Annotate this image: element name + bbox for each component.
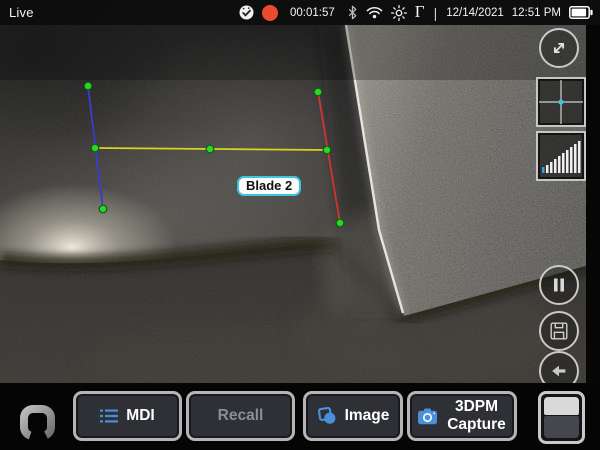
brightness-icon <box>391 5 407 21</box>
borescope-screen: Blade 2 Live 00:01:57 <box>0 0 600 450</box>
expand-arrows-icon <box>548 37 570 59</box>
bottom-toolbar: MDI Recall Image 3DPM Capture <box>0 383 600 450</box>
save-button[interactable] <box>539 311 579 351</box>
pause-icon <box>550 276 568 294</box>
mdi-button-label: MDI <box>126 407 154 425</box>
waygate-logo-icon <box>15 403 59 443</box>
wifi-icon <box>366 6 383 19</box>
measurement-label[interactable]: Blade 2 <box>237 176 301 196</box>
3dpm-button-label: 3DPM Capture <box>446 398 508 434</box>
measurement-cursor-point[interactable] <box>99 205 107 213</box>
image-layers-icon <box>317 407 337 425</box>
pause-button[interactable] <box>539 265 579 305</box>
gamma-correction-icon: Γ <box>415 3 425 20</box>
measurement-cursor-point[interactable] <box>323 146 331 154</box>
expand-view-button[interactable] <box>539 28 579 68</box>
measurement-cursor-point[interactable] <box>84 82 92 90</box>
battery-icon <box>569 6 593 19</box>
recall-button-label: Recall <box>218 407 264 425</box>
status-icons: 00:01:57 <box>239 5 593 21</box>
3dpm-capture-button[interactable]: 3DPM Capture <box>407 391 517 441</box>
back-arrow-icon <box>548 360 570 382</box>
softkey-toggle-top <box>544 397 579 415</box>
camera-icon <box>417 408 438 425</box>
status-bar: Live 00:01:57 <box>0 0 600 25</box>
measurement-cursor-point[interactable] <box>336 219 344 227</box>
record-indicator-icon <box>262 5 278 21</box>
measurement-cursor-point[interactable] <box>314 88 322 96</box>
gauge-check-icon <box>239 5 254 20</box>
softkey-toggle-button[interactable] <box>538 391 585 444</box>
measurement-cursor-point[interactable] <box>206 145 214 153</box>
measurement-cursor-point[interactable] <box>91 144 99 152</box>
image-button[interactable]: Image <box>303 391 403 441</box>
record-timer: 00:01:57 <box>290 7 335 19</box>
save-floppy-icon <box>548 320 570 342</box>
status-date: 12/14/2021 <box>446 7 504 19</box>
status-time: 12:51 PM <box>512 7 561 19</box>
crosshair-icon <box>539 80 583 124</box>
mdi-list-icon <box>100 409 118 423</box>
cursor-select-button[interactable] <box>536 77 586 127</box>
softkey-toggle-bottom <box>544 416 579 438</box>
recall-button[interactable]: Recall <box>186 391 295 441</box>
zoom-level-button[interactable] <box>536 131 586 181</box>
right-reference-line[interactable] <box>318 92 340 223</box>
image-button-label: Image <box>345 407 390 425</box>
zoom-bars-icon <box>539 135 583 177</box>
bluetooth-icon <box>347 5 358 20</box>
live-indicator-label: Live <box>9 5 34 20</box>
mdi-button[interactable]: MDI <box>73 391 182 441</box>
status-separator: | <box>434 5 438 21</box>
